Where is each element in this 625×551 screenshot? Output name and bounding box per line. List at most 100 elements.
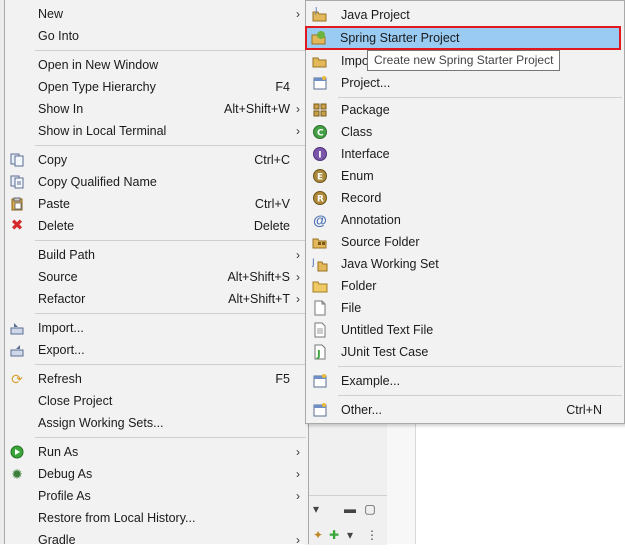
- menu-item-label: Open in New Window: [38, 58, 159, 72]
- menu-item-export[interactable]: Export...: [5, 339, 308, 361]
- submenu-item-enum[interactable]: E Enum: [306, 165, 624, 187]
- export-icon: [9, 342, 25, 358]
- import-icon: [9, 320, 25, 336]
- menu-item-label: Example...: [341, 374, 401, 388]
- toolbar-tool-icon[interactable]: ✦: [311, 528, 325, 542]
- menu-item-label: Java Project: [341, 8, 410, 22]
- menu-item-label: Impo: [341, 54, 369, 68]
- record-icon: R: [312, 190, 328, 206]
- menu-item-refactor[interactable]: Refactor Alt+Shift+T ›: [5, 288, 308, 310]
- shortcut: Ctrl+V: [254, 197, 290, 211]
- chevron-right-icon: ›: [296, 292, 300, 306]
- class-icon: C: [312, 124, 328, 140]
- java-project-icon: J: [312, 7, 328, 23]
- submenu-item-java-project[interactable]: J Java Project: [306, 4, 624, 26]
- view-menu-icon[interactable]: ▾: [309, 502, 323, 516]
- shortcut: Alt+Shift+W: [224, 102, 290, 116]
- menu-item-label: JUnit Test Case: [341, 345, 429, 359]
- menu-item-import[interactable]: Import...: [5, 317, 308, 339]
- copy-qualified-icon: [9, 174, 25, 190]
- menu-item-label: Untitled Text File: [341, 323, 434, 337]
- menu-item-new[interactable]: New ›: [5, 3, 308, 25]
- editor-area: [415, 424, 625, 544]
- separator: [338, 97, 622, 98]
- menu-item-run-as[interactable]: Run As ›: [5, 441, 308, 463]
- dropdown-icon[interactable]: ▾: [343, 528, 357, 542]
- menu-item-copy-qualified-name[interactable]: Copy Qualified Name: [5, 171, 308, 193]
- submenu-item-project[interactable]: Project...: [306, 72, 624, 94]
- menu-item-label: Gradle: [38, 533, 76, 547]
- menu-item-open-new-window[interactable]: Open in New Window: [5, 54, 308, 76]
- svg-text:E: E: [317, 173, 323, 183]
- svg-text:C: C: [317, 129, 324, 139]
- submenu-item-file[interactable]: File: [306, 297, 624, 319]
- separator: [35, 364, 306, 365]
- submenu-item-spring-starter-project[interactable]: Spring Starter Project: [305, 26, 621, 50]
- shortcut: F5: [275, 372, 290, 386]
- menu-item-label: Class: [341, 125, 373, 139]
- menu-item-close-project[interactable]: Close Project: [5, 390, 308, 412]
- minimize-icon[interactable]: ▬: [343, 502, 357, 516]
- chevron-right-icon: ›: [296, 489, 300, 503]
- tooltip: Create new Spring Starter Project: [367, 50, 561, 71]
- submenu-item-untitled-text-file[interactable]: Untitled Text File: [306, 319, 624, 341]
- menu-item-go-into[interactable]: Go Into: [5, 25, 308, 47]
- menu-item-label: File: [341, 301, 362, 315]
- menu-item-label: Source Folder: [341, 235, 420, 249]
- menu-item-show-in[interactable]: Show In Alt+Shift+W ›: [5, 98, 308, 120]
- menu-item-label: Build Path: [38, 248, 95, 262]
- menu-item-label: Interface: [341, 147, 390, 161]
- menu-item-build-path[interactable]: Build Path ›: [5, 244, 308, 266]
- menu-item-restore-local-history[interactable]: Restore from Local History...: [5, 507, 308, 529]
- menu-item-open-type-hierarchy[interactable]: Open Type Hierarchy F4: [5, 76, 308, 98]
- refresh-icon: ⟳: [11, 371, 23, 387]
- menu-item-show-local-terminal[interactable]: Show in Local Terminal ›: [5, 120, 308, 142]
- separator: [35, 437, 306, 438]
- menu-item-label: Delete: [38, 219, 75, 233]
- submenu-item-junit-test-case[interactable]: J JUnit Test Case: [306, 341, 624, 363]
- menu-item-label: Assign Working Sets...: [38, 416, 164, 430]
- junit-icon: J: [312, 344, 328, 360]
- submenu-item-other[interactable]: Other... Ctrl+N: [306, 399, 624, 421]
- submenu-item-folder[interactable]: Folder: [306, 275, 624, 297]
- menu-item-gradle[interactable]: Gradle ›: [5, 529, 308, 551]
- paste-icon: [9, 196, 25, 212]
- chevron-right-icon: ›: [296, 270, 300, 284]
- add-icon[interactable]: ✚: [327, 528, 341, 542]
- interface-icon: I: [312, 146, 328, 162]
- chevron-right-icon: ›: [296, 533, 300, 547]
- submenu-item-java-working-set[interactable]: J Java Working Set: [306, 253, 624, 275]
- menu-item-copy[interactable]: Copy Ctrl+C: [5, 149, 308, 171]
- shortcut: Alt+Shift+T: [228, 292, 290, 306]
- menu-item-source[interactable]: Source Alt+Shift+S ›: [5, 266, 308, 288]
- menu-item-label: Spring Starter Project: [340, 31, 460, 45]
- source-folder-icon: [312, 234, 328, 250]
- submenu-item-annotation[interactable]: @ Annotation: [306, 209, 624, 231]
- menu-item-label: Run As: [38, 445, 79, 459]
- menu-item-label: Show in Local Terminal: [38, 124, 167, 138]
- menu-item-debug-as[interactable]: ✹ Debug As ›: [5, 463, 308, 485]
- menu-item-label: Close Project: [38, 394, 113, 408]
- menu-item-refresh[interactable]: ⟳ Refresh F5: [5, 368, 308, 390]
- menu-item-label: Restore from Local History...: [38, 511, 196, 525]
- annotation-icon: @: [313, 212, 327, 228]
- menu-item-assign-working-sets[interactable]: Assign Working Sets...: [5, 412, 308, 434]
- submenu-item-class[interactable]: C Class: [306, 121, 624, 143]
- menu-item-label: Show In: [38, 102, 84, 116]
- file-icon: [312, 300, 328, 316]
- menu-item-delete[interactable]: ✖ Delete Delete: [5, 215, 308, 237]
- submenu-item-package[interactable]: Package: [306, 99, 624, 121]
- menu-item-label: Refresh: [38, 372, 82, 386]
- svg-text:J: J: [316, 349, 321, 360]
- chevron-right-icon: ›: [296, 7, 300, 21]
- chevron-right-icon: ›: [296, 248, 300, 262]
- folder-icon: [312, 278, 328, 294]
- submenu-item-record[interactable]: R Record: [306, 187, 624, 209]
- submenu-item-interface[interactable]: I Interface: [306, 143, 624, 165]
- submenu-item-source-folder[interactable]: Source Folder: [306, 231, 624, 253]
- menu-item-profile-as[interactable]: Profile As ›: [5, 485, 308, 507]
- menu-item-paste[interactable]: Paste Ctrl+V: [5, 193, 308, 215]
- maximize-icon[interactable]: ▢: [363, 502, 377, 516]
- more-icon[interactable]: ⋮: [365, 528, 379, 542]
- submenu-item-example[interactable]: Example...: [306, 370, 624, 392]
